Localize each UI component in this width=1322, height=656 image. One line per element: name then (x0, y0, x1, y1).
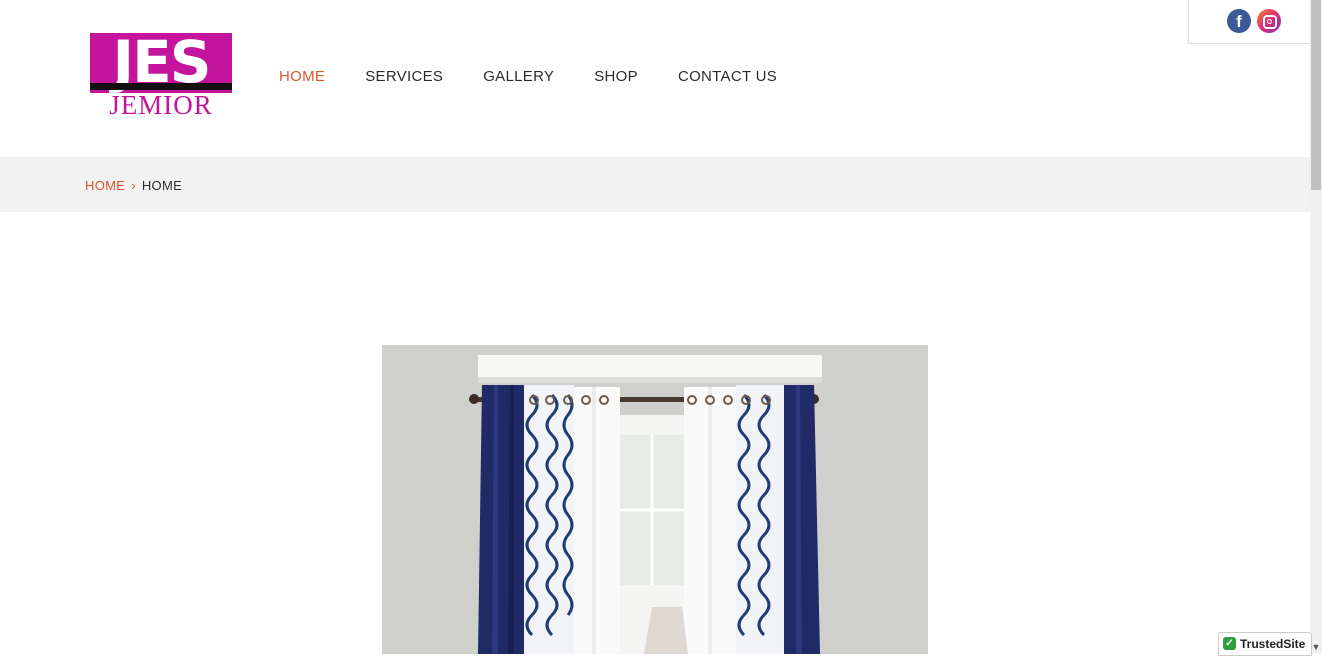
site-logo[interactable]: JES JEMIOR (88, 28, 234, 123)
social-links: f (1188, 0, 1311, 44)
trustedsite-badge[interactable]: ✓ TrustedSite (1218, 632, 1312, 656)
nav-services[interactable]: SERVICES (365, 68, 443, 85)
page-scrollbar[interactable]: ▼ (1310, 0, 1322, 654)
nav-shop[interactable]: SHOP (594, 68, 638, 85)
instagram-lens (1267, 19, 1272, 24)
check-icon: ✓ (1223, 637, 1236, 650)
nav-contact-us[interactable]: CONTACT US (678, 68, 777, 85)
breadcrumb: HOME › HOME (85, 178, 182, 193)
hero-image-curtains (382, 345, 928, 654)
logo-divider (90, 83, 232, 90)
facebook-icon[interactable]: f (1227, 9, 1251, 33)
breadcrumb-current: HOME (141, 178, 183, 193)
site-header: JES JEMIOR HOME SERVICES GALLERY SHOP CO… (0, 0, 1310, 157)
breadcrumb-bar: HOME › HOME (0, 157, 1310, 212)
logo-bottom-text: JEMIOR (109, 90, 213, 120)
nav-gallery[interactable]: GALLERY (483, 68, 554, 85)
trustedsite-label: TrustedSite (1240, 637, 1306, 651)
instagram-icon[interactable] (1257, 9, 1281, 33)
scrollbar-thumb[interactable] (1311, 0, 1321, 190)
nav-home[interactable]: HOME (279, 68, 325, 85)
main-nav: HOME SERVICES GALLERY SHOP CONTACT US (279, 68, 817, 85)
curtain-illustration (382, 345, 928, 654)
breadcrumb-home-link[interactable]: HOME (85, 178, 125, 193)
chevron-right-icon: › (131, 178, 136, 193)
